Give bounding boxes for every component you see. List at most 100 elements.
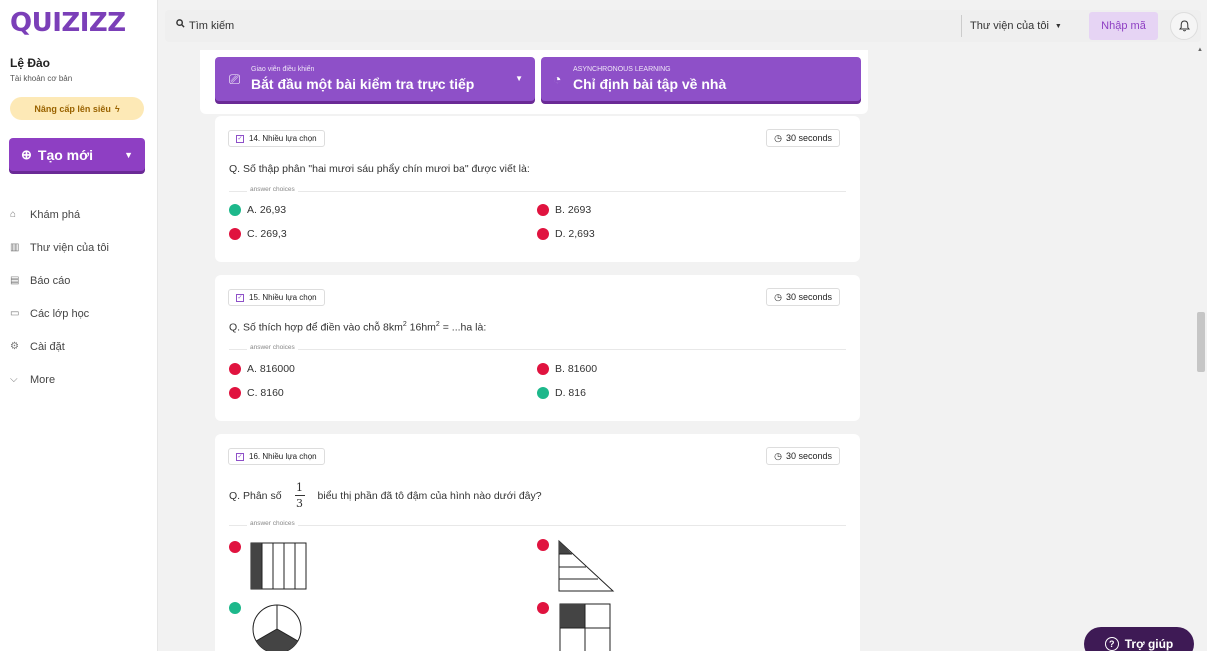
incorrect-dot-icon <box>229 228 241 240</box>
question-type-label: 14. Nhiều lựa chọn <box>249 134 317 143</box>
upgrade-button[interactable]: Nâng cấp lên siêu ϟ <box>10 97 144 120</box>
answer-choice: D. 816 <box>537 387 586 399</box>
start-live-quiz-button[interactable]: ⎚ Giao viên điều khiển Bắt đầu một bài k… <box>215 57 535 101</box>
create-new-button[interactable]: ⊕ Tạo mới ▼ <box>9 138 145 171</box>
classes-icon: ▭ <box>10 308 20 319</box>
create-new-label: Tạo mới <box>37 146 93 163</box>
clock-icon: ◷ <box>774 291 782 302</box>
incorrect-dot-icon <box>537 539 549 551</box>
top-bar: Thư viện của tôi ▼ Nhập mã <box>165 10 1201 42</box>
checkbox-icon: ✓ <box>236 134 244 143</box>
clock-icon: ◷ <box>774 132 782 143</box>
quiz-content: ⎚ Giao viên điều khiển Bắt đầu một bài k… <box>200 50 870 651</box>
answer-choice: B. 81600 <box>537 363 597 375</box>
circle-one-third-shaded-figure <box>252 604 302 651</box>
quizizz-logo[interactable]: QUIZIZZ <box>10 8 126 38</box>
reports-icon: ▤ <box>10 275 20 286</box>
answer-choice: B. 2693 <box>537 204 591 216</box>
fraction-numerator: 1 <box>296 481 304 494</box>
incorrect-dot-icon <box>537 228 549 240</box>
vertical-scrollbar[interactable]: ▲ <box>1194 44 1207 651</box>
time-label: 30 seconds <box>785 451 832 461</box>
sidebar-item-classes[interactable]: ▭ Các lớp học <box>10 297 150 330</box>
question-text: Q. Số thích hợp để điền vào chỗ 8km2 16h… <box>229 321 487 334</box>
incorrect-dot-icon <box>229 541 241 553</box>
time-badge: ◷ 30 seconds <box>766 129 840 147</box>
question-type-badge: ✓ 15. Nhiều lựa chọn <box>228 289 325 306</box>
sidebar-item-label: Cài đặt <box>30 340 65 353</box>
incorrect-dot-icon <box>229 363 241 375</box>
assign-homework-button[interactable]: ◔ ASYNCHRONOUS LEARNING Chỉ định bài tập… <box>541 57 861 101</box>
time-badge: ◷ 30 seconds <box>766 447 840 465</box>
join-code-button[interactable]: Nhập mã <box>1089 12 1158 40</box>
sidebar: QUIZIZZ Lệ Đào Tài khoản cơ bản Nâng cấp… <box>0 0 158 651</box>
sidebar-item-label: Thư viện của tôi <box>30 241 109 254</box>
help-button[interactable]: ? Trợ giúp <box>1084 627 1194 651</box>
answer-choices-label: answer choices <box>247 344 298 351</box>
answer-choices-divider: answer choices <box>229 520 846 530</box>
question-type-badge: ✓ 16. Nhiều lựa chọn <box>228 448 325 465</box>
settings-icon: ⚙ <box>10 341 19 352</box>
question-card-16: ✓ 16. Nhiều lựa chọn ◷ 30 seconds Q. Phâ… <box>215 434 860 651</box>
sidebar-item-library[interactable]: ▥ Thư viện của tôi <box>10 231 150 264</box>
checkbox-icon: ✓ <box>236 293 244 302</box>
sidebar-item-label: More <box>30 373 56 386</box>
sidebar-nav: ⌂ Khám phá ▥ Thư viện của tôi ▤ Báo cáo … <box>10 198 150 396</box>
user-plan: Tài khoản cơ bản <box>10 74 73 83</box>
answer-choices-divider: answer choices <box>229 186 846 196</box>
scrollbar-thumb[interactable] <box>1197 312 1205 372</box>
incorrect-dot-icon <box>537 204 549 216</box>
plus-circle-icon: ⊕ <box>21 146 32 162</box>
question-card-15: ✓ 15. Nhiều lựa chọn ◷ 30 seconds Q. Số … <box>215 275 860 421</box>
question-type-badge: ✓ 14. Nhiều lựa chọn <box>228 130 325 147</box>
sidebar-item-explore[interactable]: ⌂ Khám phá <box>10 198 150 231</box>
rectangle-one-fifth-shaded-figure <box>250 542 307 590</box>
chevron-down-icon: ⌵ <box>10 374 18 385</box>
answer-choice: A. 26,93 <box>229 204 286 216</box>
homework-title: Chỉ định bài tập về nhà <box>573 76 727 92</box>
sidebar-item-settings[interactable]: ⚙ Cài đặt <box>10 330 150 363</box>
fraction-denominator: 3 <box>296 497 304 510</box>
question-text: Q. Số thập phân "hai mươi sáu phẩy chín … <box>229 163 530 175</box>
time-label: 30 seconds <box>785 292 832 302</box>
sidebar-item-more[interactable]: ⌵ More <box>10 363 150 396</box>
caret-down-icon: ▼ <box>124 149 133 160</box>
answer-choice: A. 816000 <box>229 363 295 375</box>
clock-icon: ◔ <box>553 71 562 87</box>
checkbox-icon: ✓ <box>236 452 244 461</box>
question-type-label: 15. Nhiều lựa chọn <box>249 293 317 302</box>
scroll-up-arrow-icon[interactable]: ▲ <box>1197 47 1203 53</box>
incorrect-dot-icon <box>537 363 549 375</box>
help-label: Trợ giúp <box>1124 637 1174 651</box>
answer-choice: C. 8160 <box>229 387 284 399</box>
caret-down-icon: ▼ <box>515 74 523 83</box>
triangle-tip-shaded-figure <box>558 539 615 592</box>
explore-icon: ⌂ <box>10 209 17 220</box>
library-dropdown[interactable]: Thư viện của tôi ▼ <box>961 15 1062 37</box>
search-icon <box>176 19 185 31</box>
incorrect-dot-icon <box>229 387 241 399</box>
sidebar-item-label: Các lớp học <box>30 307 90 320</box>
question-type-label: 16. Nhiều lựa chọn <box>249 452 317 461</box>
correct-dot-icon <box>537 387 549 399</box>
question-text: Q. Phân số 1 3 biểu thị phần đã tô đậm c… <box>229 481 542 510</box>
live-subtitle: Giao viên điều khiển <box>251 66 315 73</box>
bell-icon[interactable] <box>1170 12 1198 40</box>
upgrade-label: Nâng cấp lên siêu <box>34 103 111 114</box>
answer-choices-label: answer choices <box>247 186 298 193</box>
library-icon: ▥ <box>10 242 20 253</box>
start-options-card: ⎚ Giao viên điều khiển Bắt đầu một bài k… <box>200 50 868 114</box>
question-mark-icon: ? <box>1104 637 1119 651</box>
search-input[interactable] <box>189 14 889 38</box>
answer-choices-label: answer choices <box>247 520 298 527</box>
user-name[interactable]: Lệ Đào <box>10 56 50 70</box>
sidebar-item-label: Báo cáo <box>30 274 71 287</box>
correct-dot-icon <box>229 602 241 614</box>
homework-subtitle: ASYNCHRONOUS LEARNING <box>573 66 671 73</box>
time-label: 30 seconds <box>785 133 832 143</box>
answer-choices-divider: answer choices <box>229 344 846 354</box>
answer-choice: D. 2,693 <box>537 228 595 240</box>
time-badge: ◷ 30 seconds <box>766 288 840 306</box>
sidebar-item-label: Khám phá <box>30 208 81 221</box>
sidebar-item-reports[interactable]: ▤ Báo cáo <box>10 264 150 297</box>
